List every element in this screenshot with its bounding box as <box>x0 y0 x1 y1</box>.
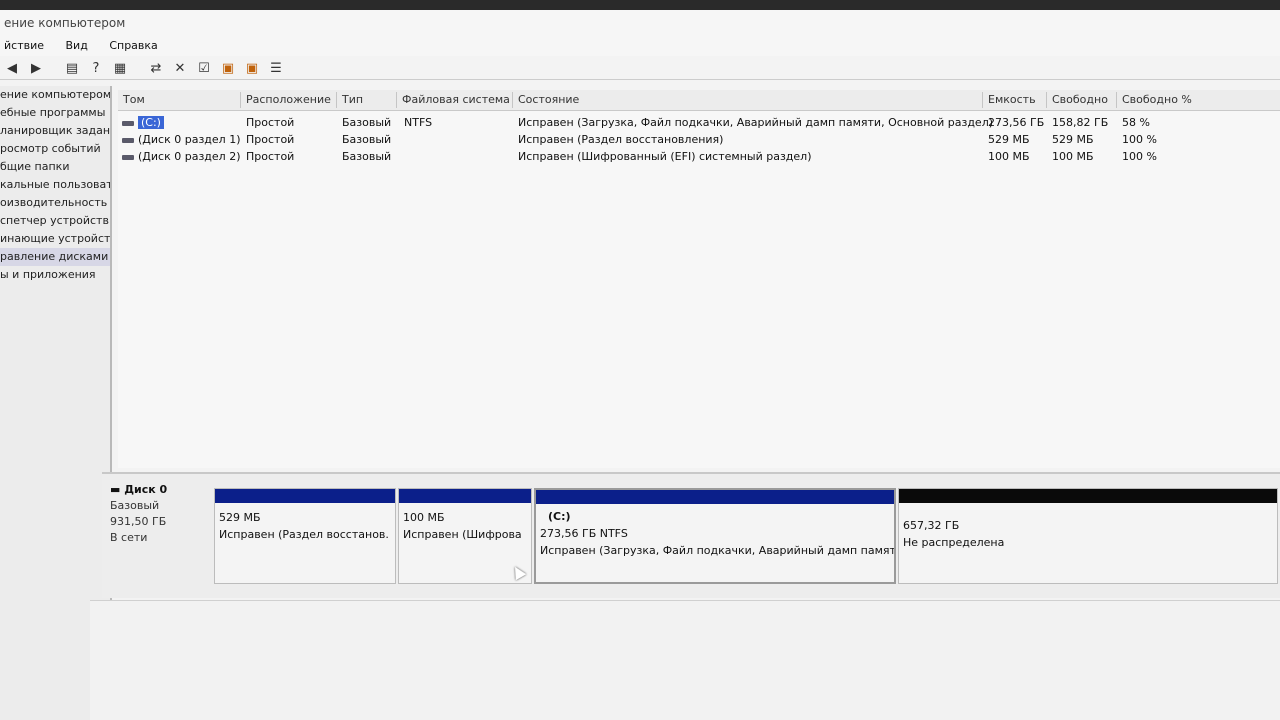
column-header-status[interactable]: Состояние <box>512 92 984 108</box>
partition-status: Исправен (Загрузка, Файл подкачки, Авари… <box>540 544 894 557</box>
disk-info[interactable]: ▬ Диск 0 Базовый 931,50 ГБ В сети <box>102 482 212 590</box>
tree-item-device-manager[interactable]: спетчер устройств <box>0 212 110 230</box>
tree-item-shared-folders[interactable]: бщие папки <box>0 158 110 176</box>
volume-location: Простой <box>246 133 295 146</box>
partition-recovery[interactable]: 529 МБ Исправен (Раздел восстанов. <box>214 488 396 584</box>
table-row[interactable]: (Диск 0 раздел 2) Простой Базовый Исправ… <box>118 148 1280 165</box>
table-row[interactable]: (C:) Простой Базовый NTFS Исправен (Загр… <box>118 114 1280 131</box>
tree-item-performance[interactable]: оизводительность <box>0 194 110 212</box>
volume-free: 100 МБ <box>1052 150 1094 163</box>
volume-free-percent: 100 % <box>1122 150 1157 163</box>
column-header-free[interactable]: Свободно <box>1046 92 1116 108</box>
partition-bar <box>215 489 395 503</box>
drive-icon <box>122 137 134 143</box>
tree-item-root[interactable]: ение компьютером (лс <box>0 86 110 104</box>
volume-capacity: 529 МБ <box>988 133 1030 146</box>
export-icon[interactable]: ▣ <box>242 60 262 78</box>
menu-action[interactable]: йствие <box>4 39 44 52</box>
computer-management-window: ение компьютером йствие Вид Справка ◀ ▶ … <box>0 10 1280 720</box>
volume-name: (Диск 0 раздел 2) <box>122 148 240 165</box>
volume-capacity: 273,56 ГБ <box>988 116 1045 129</box>
volume-capacity: 100 МБ <box>988 150 1030 163</box>
menu-view[interactable]: Вид <box>66 39 88 52</box>
properties-icon[interactable]: ☑ <box>194 60 214 78</box>
window-title: ение компьютером <box>0 10 1280 36</box>
help-icon[interactable]: ? <box>86 60 106 78</box>
partition-status: Не распределена <box>903 536 1005 549</box>
partition-status: Исправен (Раздел восстанов. <box>219 528 389 541</box>
column-header-location[interactable]: Расположение <box>240 92 336 108</box>
volume-status: Исправен (Шифрованный (EFI) системный ра… <box>518 150 812 163</box>
tree-item-disk-management[interactable]: равление дисками <box>0 248 110 266</box>
volume-type: Базовый <box>342 133 392 146</box>
volume-name: (Диск 0 раздел 1) <box>122 131 240 148</box>
view-icon[interactable]: ☰ <box>266 60 286 78</box>
volume-free: 158,82 ГБ <box>1052 116 1109 129</box>
tree-item-utilities[interactable]: ебные программы <box>0 104 110 122</box>
drive-icon <box>122 154 134 160</box>
toolbar-separator <box>134 60 142 78</box>
volume-type: Базовый <box>342 150 392 163</box>
volume-free-percent: 58 % <box>1122 116 1150 129</box>
tree-item-task-scheduler[interactable]: ланировщик заданий <box>0 122 110 140</box>
import-icon[interactable]: ▣ <box>218 60 238 78</box>
column-header-type[interactable]: Тип <box>336 92 396 108</box>
disk-type: Базовый <box>110 499 160 512</box>
menu-bar: йствие Вид Справка <box>0 36 1280 56</box>
drive-icon <box>122 120 134 126</box>
tree-item-event-viewer[interactable]: росмотр событий <box>0 140 110 158</box>
volume-name: (C:) <box>122 114 164 131</box>
volume-free: 529 МБ <box>1052 133 1094 146</box>
partition-status: Исправен (Шифрова <box>403 528 522 541</box>
toolbar: ◀ ▶ ▤ ? ▦ ⇄ ✕ ☑ ▣ ▣ ☰ <box>0 58 1280 80</box>
partition-size: 529 МБ <box>219 511 261 524</box>
partition-bar <box>536 490 894 504</box>
tree-item-services-apps[interactable]: ы и приложения <box>0 266 110 284</box>
table-row[interactable]: (Диск 0 раздел 1) Простой Базовый Исправ… <box>118 131 1280 148</box>
partition-bar <box>399 489 531 503</box>
show-hide-tree-icon[interactable]: ▤ <box>62 60 82 78</box>
disk-title: ▬ Диск 0 <box>110 483 168 496</box>
partition-size: 273,56 ГБ NTFS <box>540 527 628 540</box>
empty-lower-pane <box>90 600 1280 720</box>
volume-status: Исправен (Загрузка, Файл подкачки, Авари… <box>518 116 994 129</box>
back-icon[interactable]: ◀ <box>2 60 22 78</box>
disk-size: 931,50 ГБ <box>110 515 167 528</box>
volume-filesystem: NTFS <box>404 116 433 129</box>
partition-size: 657,32 ГБ <box>903 519 960 532</box>
connect-icon[interactable]: ⇄ <box>146 60 166 78</box>
disk-state: В сети <box>110 531 148 544</box>
tree-item-storage[interactable]: инающие устройства <box>0 230 110 248</box>
partition-bar <box>899 489 1277 503</box>
disk-map: ▬ Диск 0 Базовый 931,50 ГБ В сети 529 МБ… <box>102 472 1280 598</box>
panel-icon[interactable]: ▦ <box>110 60 130 78</box>
partition-unallocated[interactable]: 657,32 ГБ Не распределена <box>898 488 1278 584</box>
volume-location: Простой <box>246 116 295 129</box>
partition-c[interactable]: (C:) 273,56 ГБ NTFS Исправен (Загрузка, … <box>534 488 896 584</box>
column-header-volume[interactable]: Том <box>118 92 239 108</box>
partition-label: (C:) <box>548 510 571 523</box>
volume-free-percent: 100 % <box>1122 133 1157 146</box>
disk-title-text: Диск 0 <box>124 483 168 496</box>
volume-type: Базовый <box>342 116 392 129</box>
tree-item-local-users[interactable]: кальные пользовате <box>0 176 110 194</box>
delete-icon[interactable]: ✕ <box>170 60 190 78</box>
volume-list: Том Расположение Тип Файловая система Со… <box>118 90 1280 468</box>
menu-help[interactable]: Справка <box>109 39 157 52</box>
partition-size: 100 МБ <box>403 511 445 524</box>
column-header-free-percent[interactable]: Свободно % <box>1116 92 1272 108</box>
forward-icon[interactable]: ▶ <box>26 60 46 78</box>
volume-location: Простой <box>246 150 295 163</box>
column-header-capacity[interactable]: Емкость <box>982 92 1046 108</box>
column-header-filesystem[interactable]: Файловая система <box>396 92 512 108</box>
volume-status: Исправен (Раздел восстановления) <box>518 133 724 146</box>
toolbar-separator <box>50 60 58 78</box>
volume-list-header: Том Расположение Тип Файловая система Со… <box>118 90 1280 111</box>
